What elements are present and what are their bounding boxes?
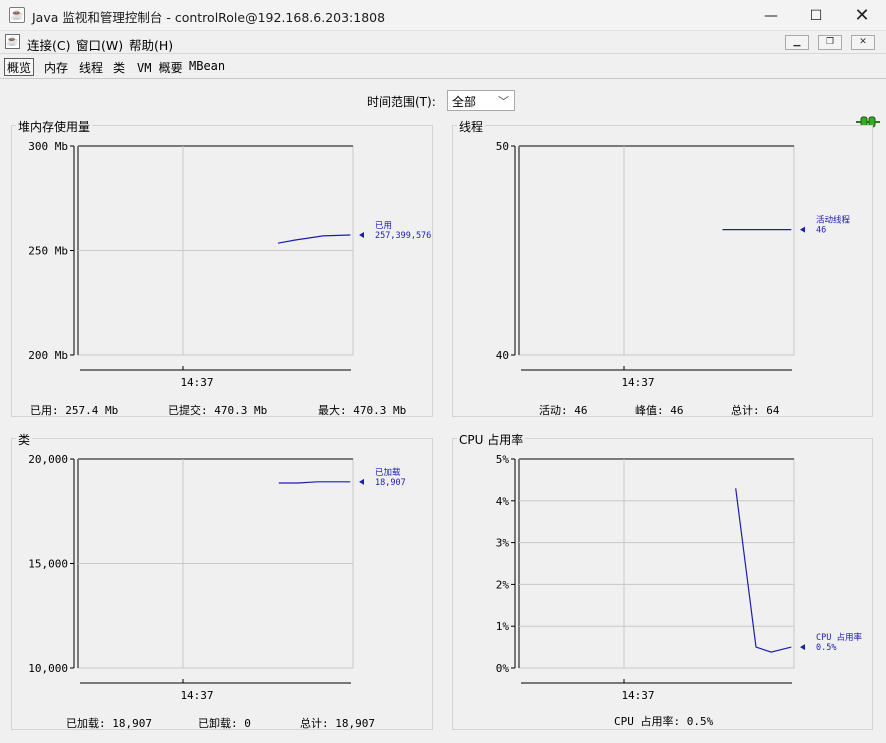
y-tick-label: 300 Mb — [28, 140, 68, 153]
cpu-usage-stat: CPU 占用率: 0.5% — [614, 715, 714, 728]
plot-area — [518, 145, 795, 356]
tab-mbean[interactable]: MBean — [187, 59, 227, 73]
series-value-label: 257,399,576 — [375, 231, 431, 241]
series-name-label: 已加载 — [375, 467, 401, 478]
series-marker-arrow — [359, 478, 364, 485]
frame-restore-button[interactable]: ❐ — [818, 35, 842, 50]
y-tick-label: 4% — [496, 495, 510, 508]
y-tick-label: 200 Mb — [28, 349, 68, 362]
series-marker-arrow — [800, 226, 805, 233]
y-tick-label: 15,000 — [28, 558, 68, 571]
series-marker-arrow — [359, 232, 364, 239]
threads-live-stat: 活动: 46 — [539, 404, 588, 417]
time-range-select[interactable]: 全部 ﹀ — [447, 90, 515, 111]
series-value-label: 46 — [816, 226, 826, 236]
y-tick-label: 250 Mb — [28, 245, 68, 258]
time-range-label: 时间范围(T): — [367, 95, 436, 109]
heap-memory-chart: 300 Mb 250 Mb 200 Mb 14:37 已用257,399,576 — [28, 140, 431, 389]
tab-classes[interactable]: 类 — [111, 59, 127, 76]
cpu-usage-panel: CPU 占用率 5% 4% 3% 2% 1% 0% 14:37 CPU 占用率 0.5% CPU… — [452, 431, 873, 730]
x-tick-label: 14:37 — [180, 376, 213, 389]
y-tick-label: 10,000 — [28, 662, 68, 675]
series-value-label: 0.5% — [816, 643, 836, 653]
y-tick-label: 20,000 — [28, 453, 68, 466]
time-range-value: 全部 — [452, 95, 477, 109]
threads-panel: 线程 50 40 14:37 活动线程 46 活动: 46 峰值: 46 总计: 64 — [452, 118, 873, 417]
y-tick-label: 40 — [496, 349, 509, 362]
threads-peak-stat: 峰值: 46 — [635, 404, 684, 417]
heap-memory-panel: 堆内存使用量 300 Mb 250 Mb 200 Mb 14:37 已用 257,399,… — [11, 118, 433, 417]
close-button[interactable]: ✕ — [839, 0, 885, 31]
menu-connection[interactable]: 连接(C) — [27, 35, 70, 54]
minimize-button[interactable]: — — [748, 0, 794, 31]
classes-total-stat: 总计: 18,907 — [300, 717, 375, 730]
series-name-label: 活动线程 — [816, 215, 851, 226]
y-tick-label: 5% — [496, 453, 510, 466]
heap-committed-stat: 已提交: 470.3 Mb — [168, 404, 268, 417]
x-tick-label: 14:37 — [621, 689, 654, 702]
classes-unloaded-stat: 已卸载: 0 — [198, 717, 251, 730]
y-tick-label: 0% — [496, 662, 510, 675]
classes-chart: 20,000 15,000 10,000 14:37 已加载18,907 — [28, 453, 406, 702]
y-tick-label: 2% — [496, 578, 510, 591]
tab-overview[interactable]: 概览 — [4, 58, 35, 76]
menu-window[interactable]: 窗口(W) — [76, 35, 123, 54]
window-title: Java 监视和管理控制台 - controlRole@192.168.6.20… — [32, 10, 386, 25]
menu-help[interactable]: 帮助(H) — [129, 35, 173, 54]
tab-threads[interactable]: 线程 — [77, 59, 105, 76]
cpu-usage-chart: 5% 4% 3% 2% 1% 0% 14:37 CPU 占用率0.5% — [496, 453, 863, 702]
chevron-down-icon: ﹀ — [498, 95, 509, 108]
maximize-button[interactable]: ☐ — [793, 0, 839, 31]
y-tick-label: 3% — [496, 537, 510, 550]
tab-bar: 概览 内存 线程 类 VM 概要 MBean — [0, 55, 886, 128]
series-name-label: CPU 占用率 — [816, 632, 862, 643]
y-tick-label: 50 — [496, 140, 509, 153]
x-tick-label: 14:37 — [180, 689, 213, 702]
series-value-label: 18,907 — [375, 478, 406, 488]
heap-max-stat: 最大: 470.3 Mb — [318, 404, 407, 417]
y-tick-label: 1% — [496, 620, 510, 633]
threads-chart: 50 40 14:37 活动线程46 — [496, 140, 851, 389]
tab-vm-summary[interactable]: VM 概要 — [135, 59, 185, 76]
internal-frame-icon[interactable]: ☕ — [5, 34, 20, 49]
threads-total-stat: 总计: 64 — [731, 404, 780, 417]
frame-minimize-button[interactable]: ▁ — [785, 35, 809, 50]
frame-close-button[interactable]: ✕ — [851, 35, 875, 50]
heap-used-stat: 已用: 257.4 Mb — [30, 404, 119, 417]
classes-panel: 类 20,000 15,000 10,000 14:37 已加载 18,907 已加载: … — [11, 431, 433, 730]
java-app-icon: ☕ — [9, 7, 25, 23]
series-marker-arrow — [800, 644, 805, 651]
plot-area — [518, 458, 795, 669]
classes-loaded-stat: 已加载: 18,907 — [66, 717, 152, 730]
series-name-label: 已用 — [375, 221, 392, 231]
x-tick-label: 14:37 — [621, 376, 654, 389]
tab-memory[interactable]: 内存 — [42, 59, 70, 76]
title-bar: ☕ Java 监视和管理控制台 - controlRole@192.168.6.… — [0, 0, 886, 31]
menu-bar: ☕ 连接(C) 窗口(W) 帮助(H) ▁ ❐ ✕ — [0, 31, 886, 54]
